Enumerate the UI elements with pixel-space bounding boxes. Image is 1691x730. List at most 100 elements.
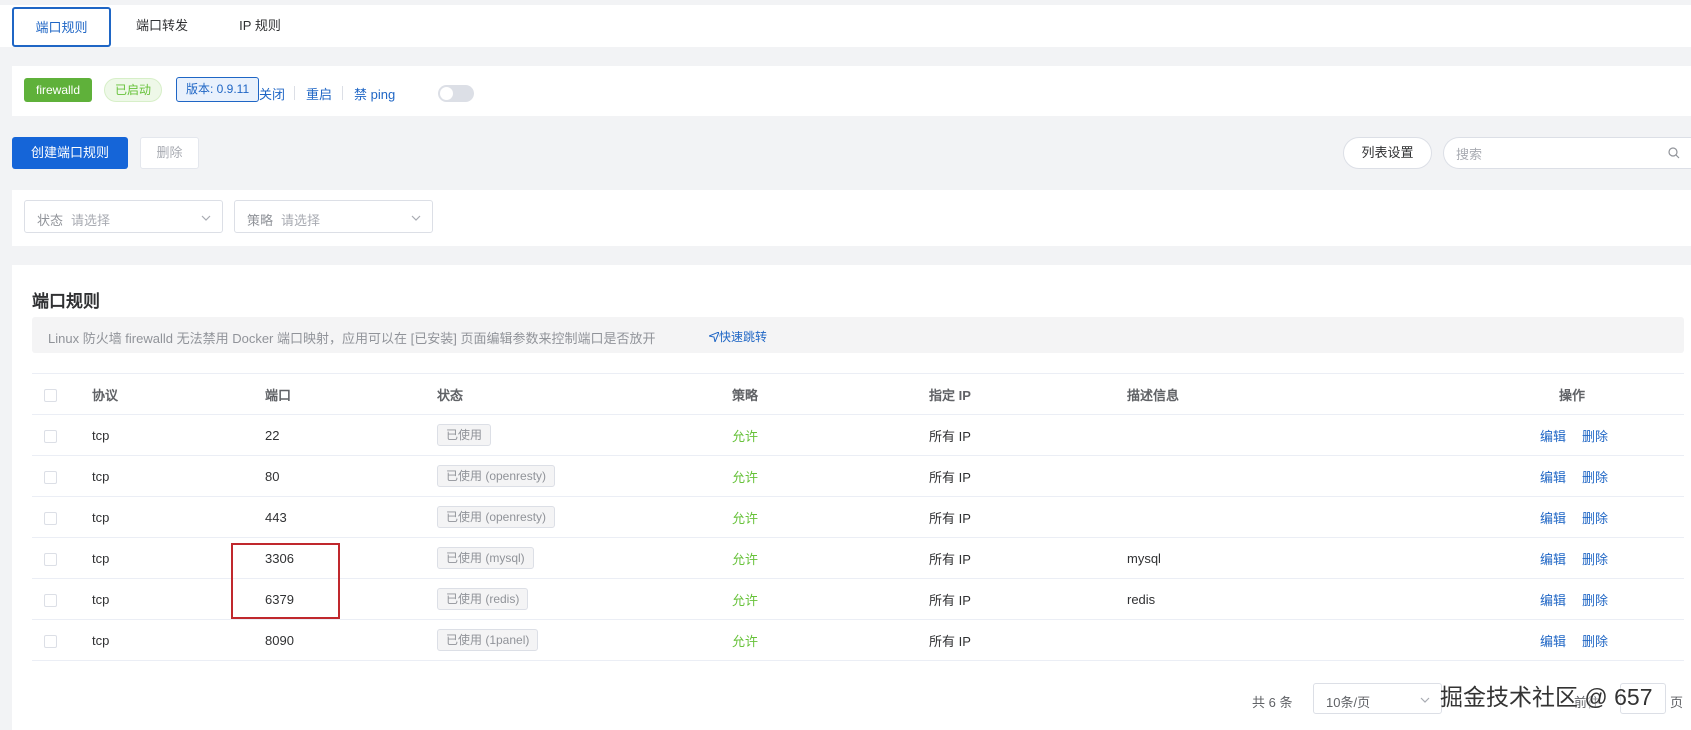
status-filter-label: 状态: [37, 213, 64, 228]
firewall-status-bar: firewalld 已启动 版本: 0.9.11 关闭 重启 禁 ping: [12, 66, 1691, 116]
status-tag: 已使用 (openresty): [437, 465, 556, 487]
table-row: tcp 8090 已使用 (1panel) 允许 所有 IP 编辑 删除: [32, 619, 1684, 661]
table-header-row: 协议 端口 状态 策略 指定 IP 描述信息 操作: [32, 373, 1684, 415]
create-port-rule-button[interactable]: 创建端口规则: [12, 137, 128, 169]
tab-ip-rules[interactable]: IP 规则: [215, 7, 305, 47]
quick-jump-link[interactable]: 快速跳转: [707, 328, 768, 345]
actions-cell: 编辑 删除: [1534, 619, 1684, 661]
row-select-cell: [32, 537, 92, 579]
search-box: [1443, 137, 1691, 169]
actions-cell: 编辑 删除: [1534, 414, 1684, 456]
policy-allow-text: 允许: [732, 510, 759, 526]
toggle-knob: [440, 87, 453, 100]
port-cell: 22: [265, 414, 437, 456]
delete-row-button[interactable]: 删除: [1582, 634, 1608, 649]
header-description: 描述信息: [1127, 373, 1534, 415]
search-input[interactable]: [1456, 144, 1656, 164]
description-cell: [1127, 414, 1534, 456]
edit-button[interactable]: 编辑: [1540, 470, 1566, 485]
row-checkbox[interactable]: [44, 634, 57, 648]
header-protocol: 协议: [92, 373, 265, 415]
table-row: tcp 443 已使用 (openresty) 允许 所有 IP 编辑 删除: [32, 496, 1684, 538]
row-checkbox[interactable]: [44, 593, 57, 607]
panel-title: 端口规则: [32, 292, 100, 311]
notice-text: Linux 防火墙 firewalld 无法禁用 Docker 端口映射，应用可…: [48, 331, 656, 346]
port-cell: 443: [265, 496, 437, 538]
status-tag: 已使用 (redis): [437, 588, 529, 610]
header-port: 端口: [265, 373, 437, 415]
port-rules-table: 协议 端口 状态 策略 指定 IP 描述信息 操作 tcp 22 已使用 允许 所有 I…: [32, 373, 1684, 661]
delete-row-button[interactable]: 删除: [1582, 429, 1608, 444]
description-cell: [1127, 496, 1534, 538]
status-filter-select[interactable]: 状态 请选择: [24, 200, 223, 233]
ip-cell: 所有 IP: [929, 537, 1127, 579]
policy-cell: 允许: [732, 578, 929, 620]
header-status: 状态: [437, 373, 732, 415]
policy-allow-text: 允许: [732, 551, 759, 567]
tab-bar: 端口规则 端口转发 IP 规则: [0, 5, 1691, 47]
docker-notice: Linux 防火墙 firewalld 无法禁用 Docker 端口映射，应用可…: [32, 317, 1684, 353]
status-cell: 已使用 (redis): [437, 578, 732, 620]
edit-button[interactable]: 编辑: [1540, 593, 1566, 608]
actions-cell: 编辑 删除: [1534, 496, 1684, 538]
delete-button[interactable]: 删除: [140, 137, 199, 169]
description-cell: mysql: [1127, 537, 1534, 579]
edit-button[interactable]: 编辑: [1540, 511, 1566, 526]
protocol-cell: tcp: [92, 455, 265, 497]
policy-filter-select[interactable]: 策略 请选择: [234, 200, 433, 233]
status-tag: 已使用 (openresty): [437, 506, 556, 528]
policy-filter-placeholder: 请选择: [281, 213, 321, 228]
tab-port-forwarding[interactable]: 端口转发: [118, 7, 206, 47]
divider: [342, 86, 343, 100]
status-cell: 已使用 (openresty): [437, 496, 732, 538]
row-checkbox[interactable]: [44, 511, 57, 525]
policy-allow-text: 允许: [732, 469, 759, 485]
row-checkbox[interactable]: [44, 470, 57, 484]
ip-cell: 所有 IP: [929, 496, 1127, 538]
port-cell: 6379: [265, 578, 437, 620]
ip-cell: 所有 IP: [929, 578, 1127, 620]
tab-port-rules[interactable]: 端口规则: [12, 7, 111, 47]
ip-cell: 所有 IP: [929, 414, 1127, 456]
policy-cell: 允许: [732, 496, 929, 538]
send-icon: [707, 331, 720, 344]
service-name-badge: firewalld: [24, 78, 93, 102]
delete-row-button[interactable]: 删除: [1582, 511, 1608, 526]
status-cell: 已使用 (1panel): [437, 619, 732, 661]
policy-filter-label: 策略: [247, 213, 274, 228]
edit-button[interactable]: 编辑: [1540, 552, 1566, 567]
disable-ping-toggle[interactable]: [438, 85, 474, 102]
table-row: tcp 22 已使用 允许 所有 IP 编辑 删除: [32, 414, 1684, 456]
search-icon[interactable]: [1668, 147, 1680, 159]
delete-row-button[interactable]: 删除: [1582, 552, 1608, 567]
select-all-checkbox[interactable]: [44, 388, 57, 402]
stop-button[interactable]: 关闭: [259, 84, 285, 103]
row-checkbox[interactable]: [44, 552, 57, 566]
select-all-cell: [32, 373, 92, 415]
page-size-select[interactable]: 10条/页: [1313, 683, 1442, 714]
restart-button[interactable]: 重启: [306, 84, 332, 103]
edit-button[interactable]: 编辑: [1540, 429, 1566, 444]
version-badge: 版本: 0.9.11: [176, 77, 260, 102]
delete-row-button[interactable]: 删除: [1582, 593, 1608, 608]
policy-cell: 允许: [732, 455, 929, 497]
status-cell: 已使用: [437, 414, 732, 456]
row-checkbox[interactable]: [44, 429, 57, 443]
page-size-value: 10条/页: [1326, 695, 1371, 710]
port-cell: 80: [265, 455, 437, 497]
column-settings-button[interactable]: 列表设置: [1343, 137, 1432, 169]
description-cell: [1127, 455, 1534, 497]
delete-row-button[interactable]: 删除: [1582, 470, 1608, 485]
actions-cell: 编辑 删除: [1534, 578, 1684, 620]
ip-cell: 所有 IP: [929, 619, 1127, 661]
quick-jump-label: 快速跳转: [719, 330, 768, 344]
table-body: tcp 22 已使用 允许 所有 IP 编辑 删除 tcp 80 已使用 (openresty) 允…: [32, 414, 1684, 661]
row-select-cell: [32, 414, 92, 456]
actions-cell: 编辑 删除: [1534, 455, 1684, 497]
table-row: tcp 80 已使用 (openresty) 允许 所有 IP 编辑 删除: [32, 455, 1684, 497]
watermark: 掘金技术社区 @ 657: [1440, 684, 1653, 710]
edit-button[interactable]: 编辑: [1540, 634, 1566, 649]
row-select-cell: [32, 578, 92, 620]
protocol-cell: tcp: [92, 619, 265, 661]
row-select-cell: [32, 455, 92, 497]
